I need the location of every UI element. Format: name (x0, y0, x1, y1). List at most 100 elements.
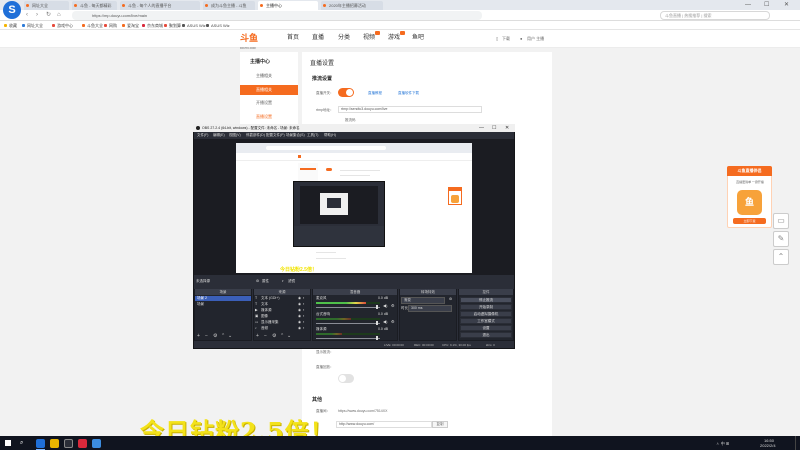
scene-settings-icon[interactable]: ⚙ (213, 333, 217, 339)
filter-icon[interactable]: ◐ (282, 277, 284, 286)
show-desktop-button[interactable] (795, 436, 800, 450)
obs-menu-item[interactable]: 场景集合(S) (286, 132, 305, 139)
speaker-icon[interactable]: ◀) (383, 303, 387, 308)
duration-input[interactable]: 300 ms (408, 305, 452, 312)
source-item[interactable]: 音频 (254, 326, 310, 331)
link-input[interactable]: http://www.douyu.com/ (336, 421, 432, 428)
sidebar-item-live[interactable]: 直播相关 (240, 85, 298, 95)
windows-start-icon[interactable] (5, 440, 11, 446)
taskbar-obs-icon[interactable] (64, 439, 73, 448)
forward-icon[interactable]: › (36, 11, 38, 20)
browser-tab[interactable]: 2020年主播招募活动 (321, 1, 383, 10)
taskbar-browser-icon[interactable] (36, 439, 45, 450)
bookmark-item[interactable]: 斗鱼大全 (82, 22, 103, 29)
search-icon[interactable]: ⌕ (20, 440, 23, 447)
taskbar-app-icon[interactable] (78, 439, 87, 448)
clock-date[interactable]: 2022/2/4 (760, 444, 776, 448)
obs-menu-item[interactable]: 帮助(H) (324, 132, 336, 139)
nav-game[interactable]: 游戏 (388, 34, 400, 42)
browser-tab-active[interactable]: 主播中心 (258, 1, 318, 10)
obs-menu-item[interactable]: 文件(F) (197, 132, 208, 139)
transition-select[interactable]: 渐变 (401, 297, 445, 304)
user-menu[interactable]: 用户 主播 (527, 35, 544, 42)
copy-button[interactable]: 复制 (432, 421, 448, 428)
browser-tab[interactable]: 成为斗鱼主播 - 斗鱼 (203, 1, 255, 10)
back-icon[interactable]: ‹ (26, 11, 28, 20)
move-up-icon[interactable]: ⌃ (280, 333, 284, 339)
transition-settings-icon[interactable]: ⚙ (449, 297, 452, 302)
add-scene-icon[interactable]: + (197, 333, 200, 339)
bookmark-item[interactable]: 京东商城 (142, 22, 163, 29)
obs-maximize-icon[interactable]: ☐ (492, 124, 496, 132)
source-settings-icon[interactable]: ⚙ (272, 333, 276, 339)
visibility-icon[interactable]: ◉ (298, 326, 301, 331)
lock-icon[interactable]: ▪ (303, 296, 304, 301)
site-logo[interactable]: 斗鱼 DOUYU.COM (240, 31, 270, 50)
source-item[interactable]: 媒体源 (254, 308, 310, 313)
visibility-icon[interactable]: ◉ (298, 308, 301, 313)
replay-toggle[interactable] (338, 374, 354, 383)
obs-menu-item[interactable]: 工具(T) (307, 132, 318, 139)
start-recording-button[interactable]: 开始录制 (460, 304, 512, 310)
remove-scene-icon[interactable]: − (205, 333, 208, 339)
browser-tab[interactable]: 斗鱼 - 每个人的直播平台 (120, 1, 200, 10)
obs-close-icon[interactable]: ✕ (505, 124, 509, 132)
volume-slider-knob[interactable] (376, 305, 378, 309)
gear-icon[interactable]: ⚙ (256, 277, 259, 286)
minimize-icon[interactable]: — (745, 0, 751, 10)
taskbar-app-icon[interactable] (92, 439, 101, 448)
move-down-icon[interactable]: ⌄ (287, 333, 291, 339)
lock-icon[interactable]: ▪ (303, 320, 304, 325)
nav-fishbar[interactable]: 鱼吧 (412, 34, 424, 42)
volume-slider-knob[interactable] (376, 321, 378, 325)
browser-tab[interactable]: 斗鱼 - 每天都精彩 (72, 1, 117, 10)
lock-icon[interactable]: ▪ (303, 314, 304, 319)
volume-slider[interactable] (316, 338, 380, 339)
sidebar-subitem-start[interactable]: 开播设置 (256, 100, 272, 106)
sidebar-item-anchor[interactable]: 主播相关 (240, 71, 298, 81)
bookmark-item[interactable]: ASUS Wiz (182, 22, 206, 29)
lock-icon[interactable]: ▪ (303, 326, 304, 331)
add-source-icon[interactable]: + (256, 333, 259, 339)
virtual-camera-button[interactable]: 启动虚拟摄像机 (460, 311, 512, 317)
rtmp-input[interactable]: rtmp://sendtc3.douyu.com/live (338, 106, 482, 113)
stop-streaming-button[interactable]: 停止推流 (460, 297, 512, 303)
bookmark-item[interactable]: 收藏 (4, 22, 17, 29)
system-tray[interactable]: ㅅ 中 ⊞ (716, 442, 729, 446)
bookmark-item[interactable]: 爱淘宝 (122, 22, 139, 29)
browser-tab[interactable]: 网址大全 (24, 1, 69, 10)
nav-live[interactable]: 直播 (312, 34, 324, 42)
taskbar-folder-icon[interactable] (50, 439, 59, 448)
bookmark-item[interactable]: 聚划算 (164, 22, 181, 29)
avatar[interactable]: ● (520, 35, 522, 42)
settings-button[interactable]: 设置 (460, 325, 512, 331)
nav-video[interactable]: 视频 (363, 34, 375, 42)
download-link[interactable]: 下载 (502, 35, 510, 42)
visibility-icon[interactable]: ◉ (298, 296, 301, 301)
properties-button[interactable]: 属性 (262, 277, 269, 286)
bookmark-item[interactable]: ASUS Wiz (206, 22, 230, 29)
chat-icon[interactable]: ▭ (773, 213, 789, 229)
exit-button[interactable]: 退出 (460, 332, 512, 338)
obs-menu-item[interactable]: 视图(V) (229, 132, 241, 139)
maximize-icon[interactable]: ☐ (764, 0, 769, 10)
visibility-icon[interactable]: ◉ (298, 314, 301, 319)
studio-mode-button[interactable]: 工作室模式 (460, 318, 512, 324)
mixer-settings-icon[interactable]: ⚙ (391, 319, 395, 324)
obs-menu-item[interactable]: 配置文件(P) (266, 132, 285, 139)
tutorial-link[interactable]: 直播教程 (368, 91, 382, 96)
source-item[interactable]: 文本 (254, 302, 310, 307)
stream-toggle[interactable] (338, 88, 354, 97)
browser-logo-icon[interactable]: S (3, 1, 21, 19)
bookmark-item[interactable]: 网址大全 (22, 22, 43, 29)
sidebar-subitem-settings[interactable]: 直播设置 (256, 114, 272, 120)
remove-source-icon[interactable]: − (264, 333, 267, 339)
move-up-icon[interactable]: ⌃ (221, 333, 225, 339)
volume-slider[interactable] (316, 307, 380, 308)
move-down-icon[interactable]: ⌄ (228, 333, 232, 339)
lock-icon[interactable]: ▪ (303, 302, 304, 307)
volume-slider[interactable] (316, 323, 380, 324)
close-icon[interactable]: ✕ (784, 0, 789, 10)
software-download-link[interactable]: 直播软件下载 (398, 91, 419, 96)
visibility-icon[interactable]: ◉ (298, 320, 301, 325)
